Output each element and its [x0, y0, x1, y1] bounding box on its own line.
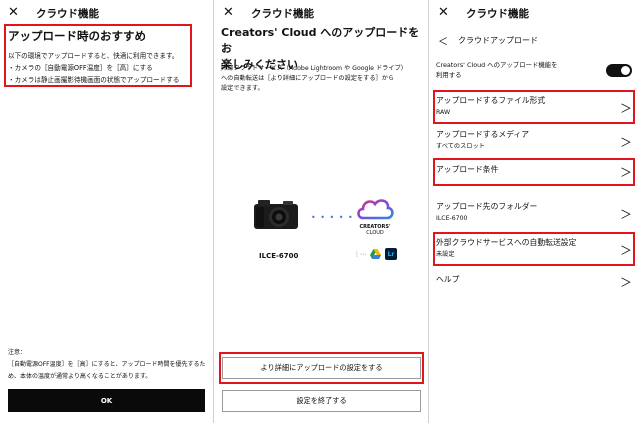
- header-title: クラウド機能: [466, 7, 529, 20]
- cloud-upload-settings-panel: ✕ クラウド機能 ＜ クラウドアップロード Creators' Cloud への…: [430, 0, 640, 423]
- camera-icon: [254, 200, 298, 229]
- setting-label: ヘルプ: [436, 275, 460, 284]
- close-icon[interactable]: ✕: [8, 6, 22, 20]
- subheader: ＜ クラウドアップロード: [438, 33, 538, 48]
- cloud-intro-panel: ✕ クラウド機能 Creators' Cloud へのアップロードをお 楽しみく…: [215, 0, 428, 423]
- recommendation-panel: ✕ クラウド機能 アップロード時のおすすめ 以下の環境でアップロードすると、快適…: [0, 0, 213, 423]
- brand-line: CLOUD: [366, 230, 384, 236]
- setting-row-help[interactable]: ヘルプ ＞: [436, 274, 634, 290]
- divider: [213, 0, 214, 423]
- intro-body: 外部クラウドサービス（Adobe Lightroom や Google ドライブ…: [221, 64, 420, 94]
- cc-upload-toggle-label: Creators' Cloud へのアップロード機能を 利用する: [436, 60, 586, 80]
- camera-model: ILCE-6700: [259, 252, 299, 260]
- ok-button[interactable]: OK: [8, 389, 205, 412]
- setting-label: アップロードするファイル形式: [436, 96, 546, 105]
- setting-row-upload-condition[interactable]: アップロード条件 ＞: [436, 164, 634, 180]
- page-title: アップロード時のおすすめ: [8, 29, 146, 43]
- setting-label: アップロード先のフォルダー: [436, 202, 538, 211]
- body-line: 設定できます。: [221, 85, 264, 92]
- caution-note: 注意： ［自動電源OFF温度］を［高］にすると、アップロード時間を優先するた め…: [8, 347, 207, 383]
- note-label: 注意：: [8, 349, 27, 356]
- note-line: め、本体の温度が通常より高くなることがあります。: [8, 373, 152, 380]
- header: ✕ クラウド機能: [223, 4, 420, 22]
- header: ✕ クラウド機能: [438, 4, 632, 22]
- setting-row-upload-folder[interactable]: アップロード先のフォルダー ILCE-6700 ＞: [436, 201, 634, 227]
- header-title: クラウド機能: [251, 7, 314, 20]
- setting-value: ILCE-6700: [436, 215, 468, 222]
- chevron-right-icon: ＞: [619, 101, 632, 116]
- body-line: 以下の環境でアップロードすると、快適に利用できます。: [8, 52, 179, 60]
- recommendation-body: 以下の環境でアップロードすると、快適に利用できます。 ・カメラの［自動電源OFF…: [8, 50, 207, 86]
- setting-label: アップロード条件: [436, 165, 499, 174]
- setting-value: 未設定: [436, 251, 455, 258]
- label-line: 利用する: [436, 71, 462, 79]
- google-drive-icon: [370, 249, 381, 259]
- setting-row-media[interactable]: アップロードするメディア すべてのスロット ＞: [436, 129, 634, 155]
- external-services: ⋮⋯ Lr: [354, 248, 397, 260]
- creators-cloud-wordmark: CREATORS' CLOUD: [355, 224, 395, 236]
- setting-label: 外部クラウドサービスへの自動転送設定: [436, 238, 577, 247]
- note-line: ［自動電源OFF温度］を［高］にすると、アップロード時間を優先するた: [8, 361, 206, 368]
- chevron-right-icon: ＞: [619, 135, 632, 150]
- body-line: ・カメラは静止画撮影待機画面の状態でアップロードする: [8, 76, 180, 84]
- title-line: Creators' Cloud へのアップロードをお: [221, 26, 420, 55]
- setting-row-file-format[interactable]: アップロードするファイル形式 RAW ＞: [436, 95, 634, 121]
- body-line: への自動転送は［より詳細にアップロードの設定をする］から: [221, 75, 395, 82]
- header: ✕ クラウド機能: [8, 4, 205, 22]
- toggle-knob: [621, 66, 630, 75]
- subheader-title: クラウドアップロード: [458, 36, 538, 45]
- body-line: ・カメラの［自動電源OFF温度］を［高］にする: [8, 64, 153, 72]
- body-line: 外部クラウドサービス（Adobe Lightroom や Google ドライブ…: [221, 65, 407, 72]
- lightroom-icon: Lr: [385, 248, 397, 260]
- setting-value: RAW: [436, 109, 451, 116]
- detail-upload-settings-button[interactable]: より詳細にアップロードの設定をする: [222, 357, 421, 379]
- setting-value: すべてのスロット: [436, 143, 485, 150]
- header-title: クラウド機能: [36, 7, 99, 20]
- creators-cloud-logo-icon: [357, 199, 394, 220]
- chevron-right-icon: ＞: [619, 165, 632, 180]
- setting-label: アップロードするメディア: [436, 130, 530, 139]
- back-arrow-icon[interactable]: ＜: [438, 33, 448, 48]
- label-line: Creators' Cloud へのアップロード機能を: [436, 61, 558, 69]
- more-services-icon: ⋮⋯: [354, 250, 366, 258]
- divider: [428, 0, 429, 423]
- chevron-right-icon: ＞: [619, 207, 632, 222]
- cc-upload-toggle[interactable]: [606, 64, 632, 77]
- close-icon[interactable]: ✕: [438, 6, 452, 20]
- chevron-right-icon: ＞: [619, 275, 632, 290]
- setting-row-auto-transfer[interactable]: 外部クラウドサービスへの自動転送設定 未設定 ＞: [436, 237, 634, 263]
- close-icon[interactable]: ✕: [223, 6, 237, 20]
- finish-settings-button[interactable]: 設定を終了する: [222, 390, 421, 412]
- chevron-right-icon: ＞: [619, 243, 632, 258]
